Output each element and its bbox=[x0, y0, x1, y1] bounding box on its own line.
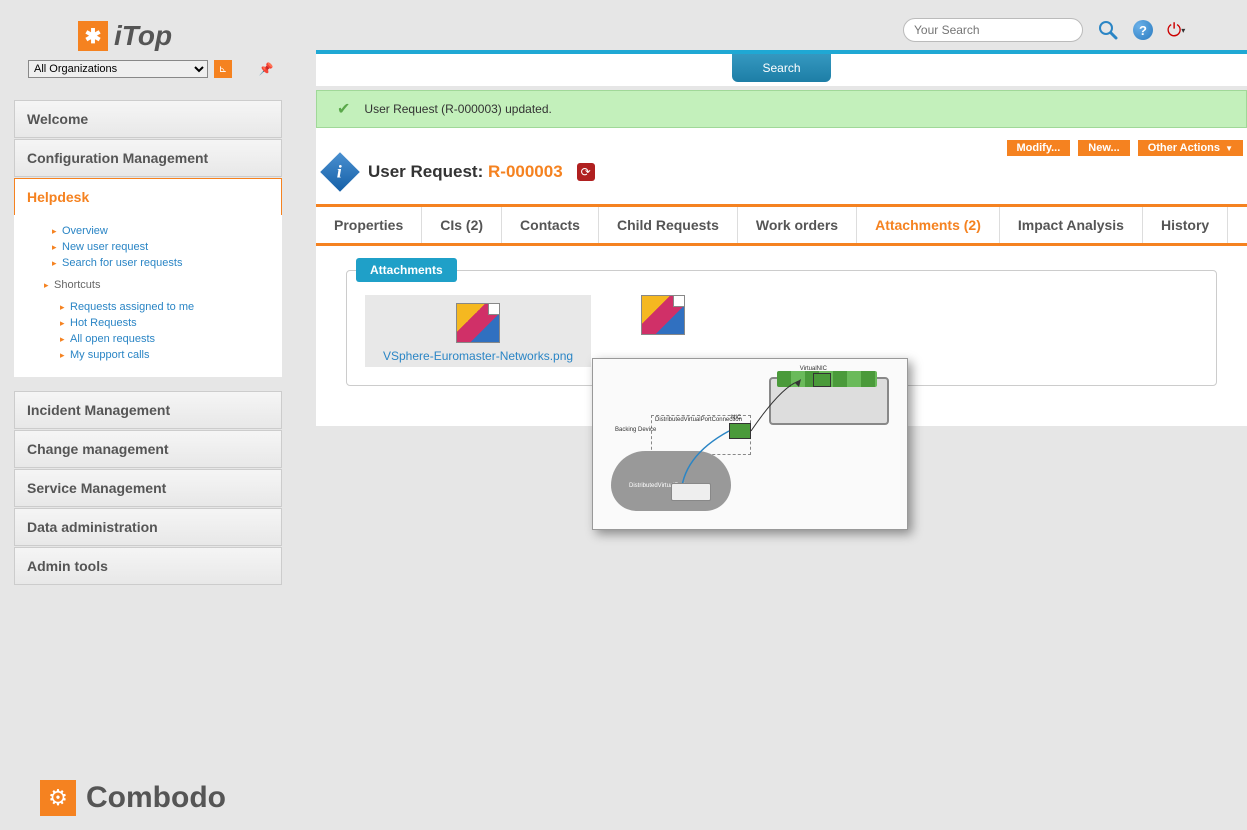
menu-data-admin[interactable]: Data administration bbox=[14, 508, 282, 546]
sidebar: All Organizations ⊾ 📌 Welcome Configurat… bbox=[14, 60, 282, 586]
other-actions-button[interactable]: Other Actions ▼ bbox=[1138, 140, 1243, 156]
refresh-icon[interactable]: ⟳ bbox=[577, 163, 595, 181]
tab-impact-analysis[interactable]: Impact Analysis bbox=[1000, 207, 1143, 243]
footer-brand: Combodo bbox=[86, 781, 226, 815]
request-ref: R-000003 bbox=[488, 162, 563, 181]
image-icon bbox=[456, 303, 500, 343]
org-tree-button[interactable]: ⊾ bbox=[214, 60, 232, 78]
menu-change-mgmt[interactable]: Change management bbox=[14, 430, 282, 468]
help-icon[interactable]: ? bbox=[1133, 20, 1153, 40]
attachment-item[interactable] bbox=[641, 295, 685, 367]
page-header: i User Request: R-000003 ⟳ bbox=[316, 156, 1247, 204]
logout-icon[interactable]: ⏻▾ bbox=[1167, 20, 1187, 40]
new-button[interactable]: New... bbox=[1078, 140, 1129, 156]
menu-service-mgmt[interactable]: Service Management bbox=[14, 469, 282, 507]
submenu-search-requests[interactable]: Search for user requests bbox=[14, 255, 282, 271]
menu-admin-tools[interactable]: Admin tools bbox=[14, 547, 282, 585]
image-icon bbox=[641, 295, 685, 335]
tab-work-orders[interactable]: Work orders bbox=[738, 207, 857, 243]
attachments-legend: Attachments bbox=[356, 258, 457, 282]
helpdesk-submenu: Overview New user request Search for use… bbox=[14, 215, 282, 377]
search-panel-bar: Search bbox=[316, 50, 1247, 86]
tab-history[interactable]: History bbox=[1143, 207, 1228, 243]
attachment-filename: VSphere-Euromaster-Networks.png bbox=[383, 349, 573, 363]
global-search-input[interactable] bbox=[903, 18, 1083, 42]
attachment-preview-tooltip: VirtualNIC DistributedVirtualPortConnect… bbox=[592, 358, 908, 530]
submenu-shortcuts[interactable]: Shortcuts bbox=[14, 277, 282, 293]
menu-config-mgmt[interactable]: Configuration Management bbox=[14, 139, 282, 177]
attachment-item[interactable]: VSphere-Euromaster-Networks.png bbox=[365, 295, 591, 367]
menu-incident-mgmt[interactable]: Incident Management bbox=[14, 391, 282, 429]
info-icon: i bbox=[320, 152, 360, 192]
tab-child-requests[interactable]: Child Requests bbox=[599, 207, 738, 243]
tab-properties[interactable]: Properties bbox=[316, 207, 422, 243]
submenu-new-request[interactable]: New user request bbox=[14, 239, 282, 255]
tab-contacts[interactable]: Contacts bbox=[502, 207, 599, 243]
actions-row: Modify... New... Other Actions ▼ bbox=[316, 128, 1247, 156]
check-icon: ✔ bbox=[337, 99, 350, 119]
notification-bar: ✔ User Request (R-000003) updated. bbox=[316, 90, 1247, 128]
page-title: User Request: R-000003 bbox=[368, 162, 563, 182]
switch-graphic bbox=[671, 483, 711, 501]
tab-cis[interactable]: CIs (2) bbox=[422, 207, 502, 243]
pin-icon[interactable]: 📌 bbox=[258, 61, 274, 77]
search-icon[interactable] bbox=[1097, 19, 1119, 41]
tab-attachments[interactable]: Attachments (2) bbox=[857, 207, 1000, 243]
topbar: ✱ iTop ? ⏻▾ bbox=[0, 0, 1247, 50]
search-toggle-button[interactable]: Search bbox=[732, 54, 830, 82]
submenu-hot-requests[interactable]: Hot Requests bbox=[14, 315, 282, 331]
brand-logo: ✱ iTop bbox=[78, 20, 172, 52]
menu-helpdesk[interactable]: Helpdesk bbox=[14, 178, 282, 216]
submenu-open-requests[interactable]: All open requests bbox=[14, 331, 282, 347]
notification-text: User Request (R-000003) updated. bbox=[364, 102, 551, 116]
org-select[interactable]: All Organizations bbox=[28, 60, 208, 78]
footer-icon: ⚙ bbox=[40, 780, 76, 816]
modify-button[interactable]: Modify... bbox=[1007, 140, 1071, 156]
submenu-overview[interactable]: Overview bbox=[14, 223, 282, 239]
tabs: Properties CIs (2) Contacts Child Reques… bbox=[316, 204, 1247, 246]
footer-logo: ⚙ Combodo bbox=[40, 780, 226, 816]
submenu-support-calls[interactable]: My support calls bbox=[14, 347, 282, 363]
submenu-assigned-to-me[interactable]: Requests assigned to me bbox=[14, 299, 282, 315]
org-selector-row: All Organizations ⊾ 📌 bbox=[14, 60, 282, 78]
brand-icon: ✱ bbox=[78, 21, 108, 51]
brand-name: iTop bbox=[114, 20, 172, 52]
menu-welcome[interactable]: Welcome bbox=[14, 100, 282, 138]
